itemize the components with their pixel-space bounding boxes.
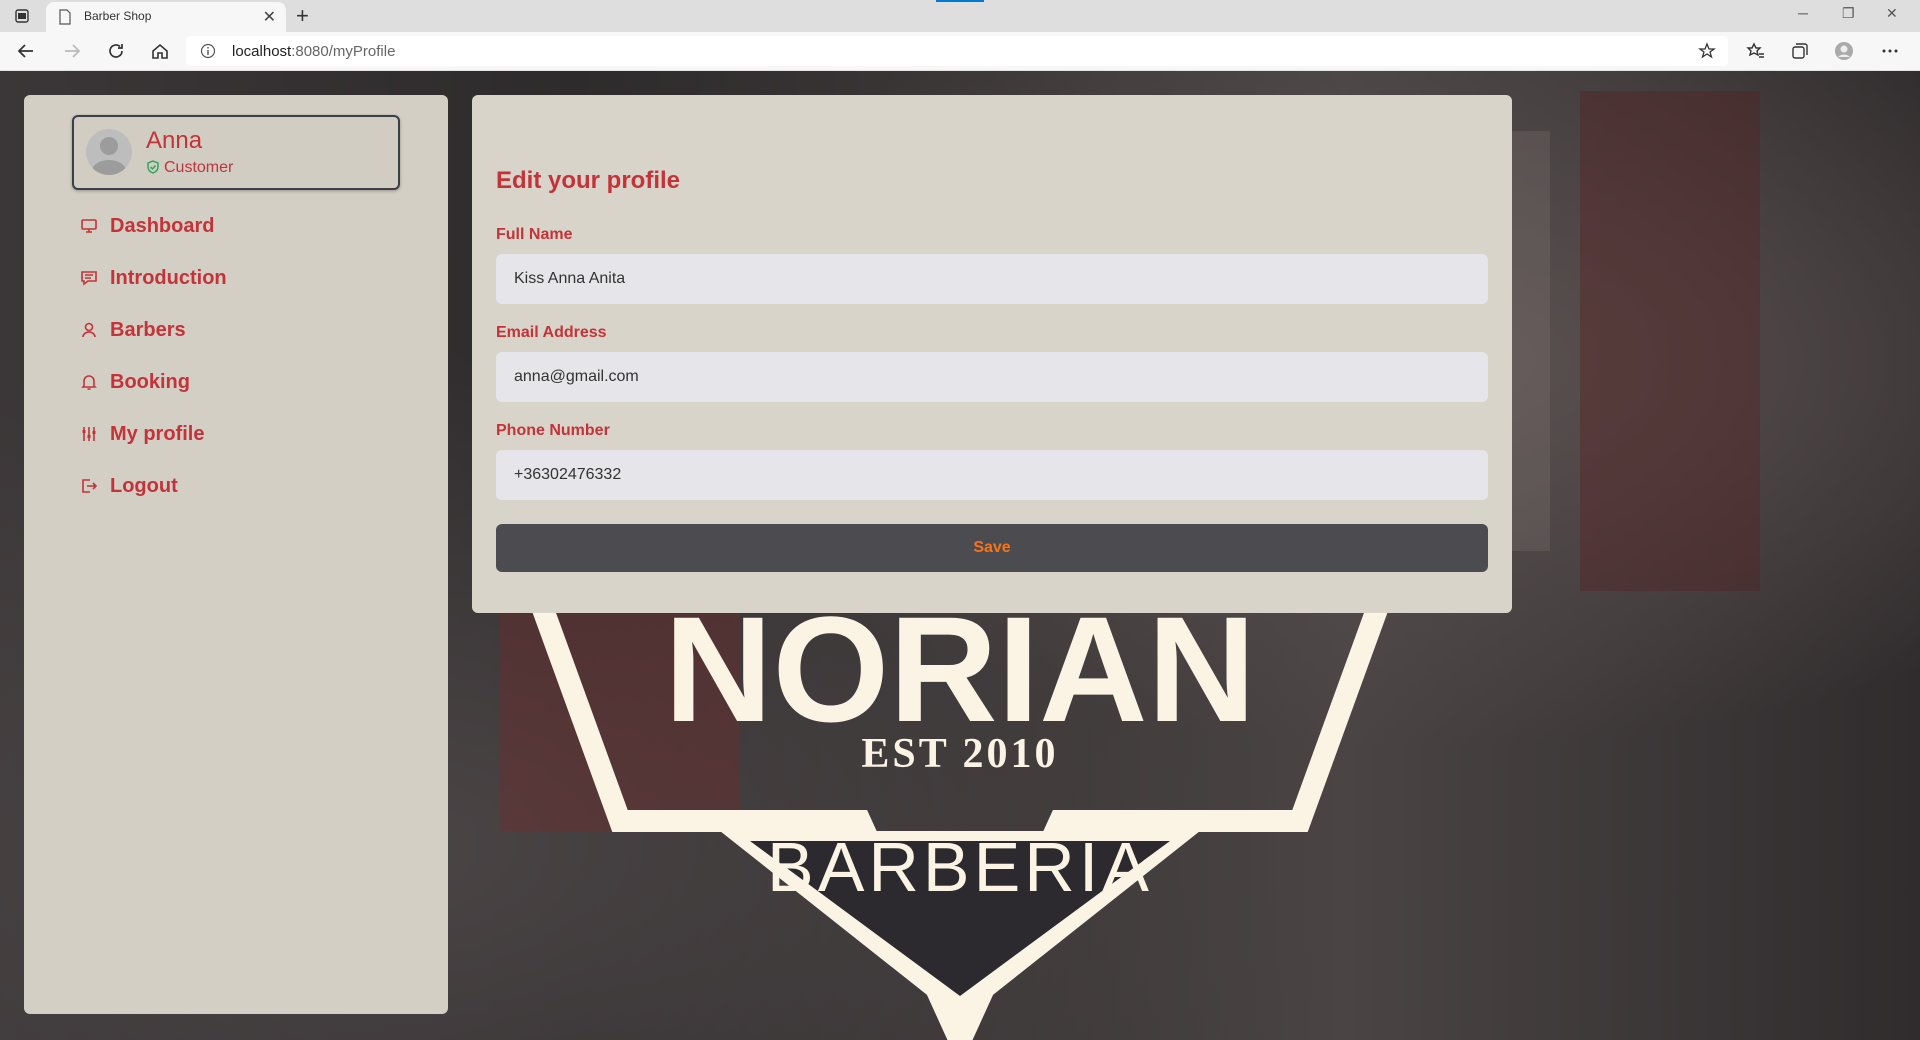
url-text: localhost:8080/myProfile — [232, 43, 396, 60]
monitor-icon — [81, 219, 97, 233]
shield-check-icon — [147, 160, 159, 174]
tab-actions-icon[interactable] — [14, 8, 30, 24]
sidebar-item-label: My profile — [110, 422, 205, 445]
page-title: Edit your profile — [496, 167, 681, 194]
sidebar-item-barbers[interactable]: Barbers — [80, 304, 227, 356]
save-button[interactable]: Save — [496, 524, 1488, 572]
user-card: Anna Customer — [72, 115, 400, 190]
phone-field[interactable] — [496, 450, 1488, 500]
tab-title: Barber Shop — [84, 9, 152, 23]
sidebar-item-label: Logout — [110, 474, 178, 497]
sidebar: Anna Customer Dashboard Introduction Bar… — [24, 95, 448, 1014]
full-name-label: Full Name — [496, 226, 573, 243]
user-icon — [82, 322, 96, 338]
home-icon[interactable] — [150, 41, 170, 61]
bg-blur-shape — [1580, 91, 1760, 591]
restore-icon[interactable]: ❐ — [1842, 5, 1855, 22]
profile-icon[interactable] — [1834, 41, 1854, 61]
close-window-icon[interactable]: ✕ — [1886, 5, 1898, 22]
favorites-icon[interactable] — [1746, 41, 1766, 61]
user-role-label: Customer — [164, 159, 234, 176]
email-field[interactable] — [496, 352, 1488, 402]
tab-close-icon[interactable]: ✕ — [263, 7, 276, 27]
logout-icon — [82, 479, 98, 493]
page-background: NORIAN EST 2010 BARBERIA Anna Customer D — [0, 71, 1920, 1040]
browser-toolbar: localhost:8080/myProfile — [0, 32, 1920, 71]
user-name: Anna — [146, 127, 203, 154]
minimize-icon[interactable]: ─ — [1798, 5, 1808, 21]
sidebar-menu: Dashboard Introduction Barbers Booking M… — [80, 200, 227, 512]
browser-tab[interactable]: Barber Shop ✕ — [46, 2, 286, 32]
phone-label: Phone Number — [496, 422, 610, 439]
full-name-field[interactable] — [496, 254, 1488, 304]
user-role: Customer — [146, 159, 233, 177]
collections-icon[interactable] — [1790, 41, 1810, 61]
back-icon[interactable] — [16, 41, 36, 61]
new-tab-icon[interactable]: + — [296, 3, 309, 29]
accent-line — [936, 0, 984, 2]
edit-profile-card: Edit your profile Full Name Email Addres… — [472, 95, 1512, 613]
sidebar-item-label: Introduction — [110, 266, 227, 289]
sidebar-item-my-profile[interactable]: My profile — [80, 408, 227, 460]
sidebar-item-label: Dashboard — [110, 214, 215, 237]
browser-tab-bar: Barber Shop ✕ + ─ ❐ ✕ — [0, 0, 1920, 32]
refresh-icon[interactable] — [106, 41, 126, 61]
sidebar-item-booking[interactable]: Booking — [80, 356, 227, 408]
forward-icon[interactable] — [62, 41, 82, 61]
sliders-icon — [82, 427, 96, 441]
logo-subtitle: BARBERIA — [767, 828, 1153, 906]
sidebar-item-introduction[interactable]: Introduction — [80, 252, 227, 304]
address-bar[interactable]: localhost:8080/myProfile — [186, 36, 1728, 66]
logo-est: EST 2010 — [861, 731, 1058, 777]
sidebar-item-label: Booking — [110, 370, 190, 393]
sidebar-item-label: Barbers — [110, 318, 186, 341]
email-label: Email Address — [496, 324, 607, 341]
bell-icon — [81, 375, 97, 390]
add-favorite-icon[interactable] — [1698, 42, 1716, 60]
message-icon — [81, 271, 97, 286]
site-info-icon[interactable] — [200, 43, 216, 59]
sidebar-item-dashboard[interactable]: Dashboard — [80, 200, 227, 252]
sidebar-item-logout[interactable]: Logout — [80, 460, 227, 512]
page-icon — [59, 9, 71, 25]
more-options-icon[interactable] — [1880, 41, 1900, 61]
avatar — [86, 129, 132, 175]
